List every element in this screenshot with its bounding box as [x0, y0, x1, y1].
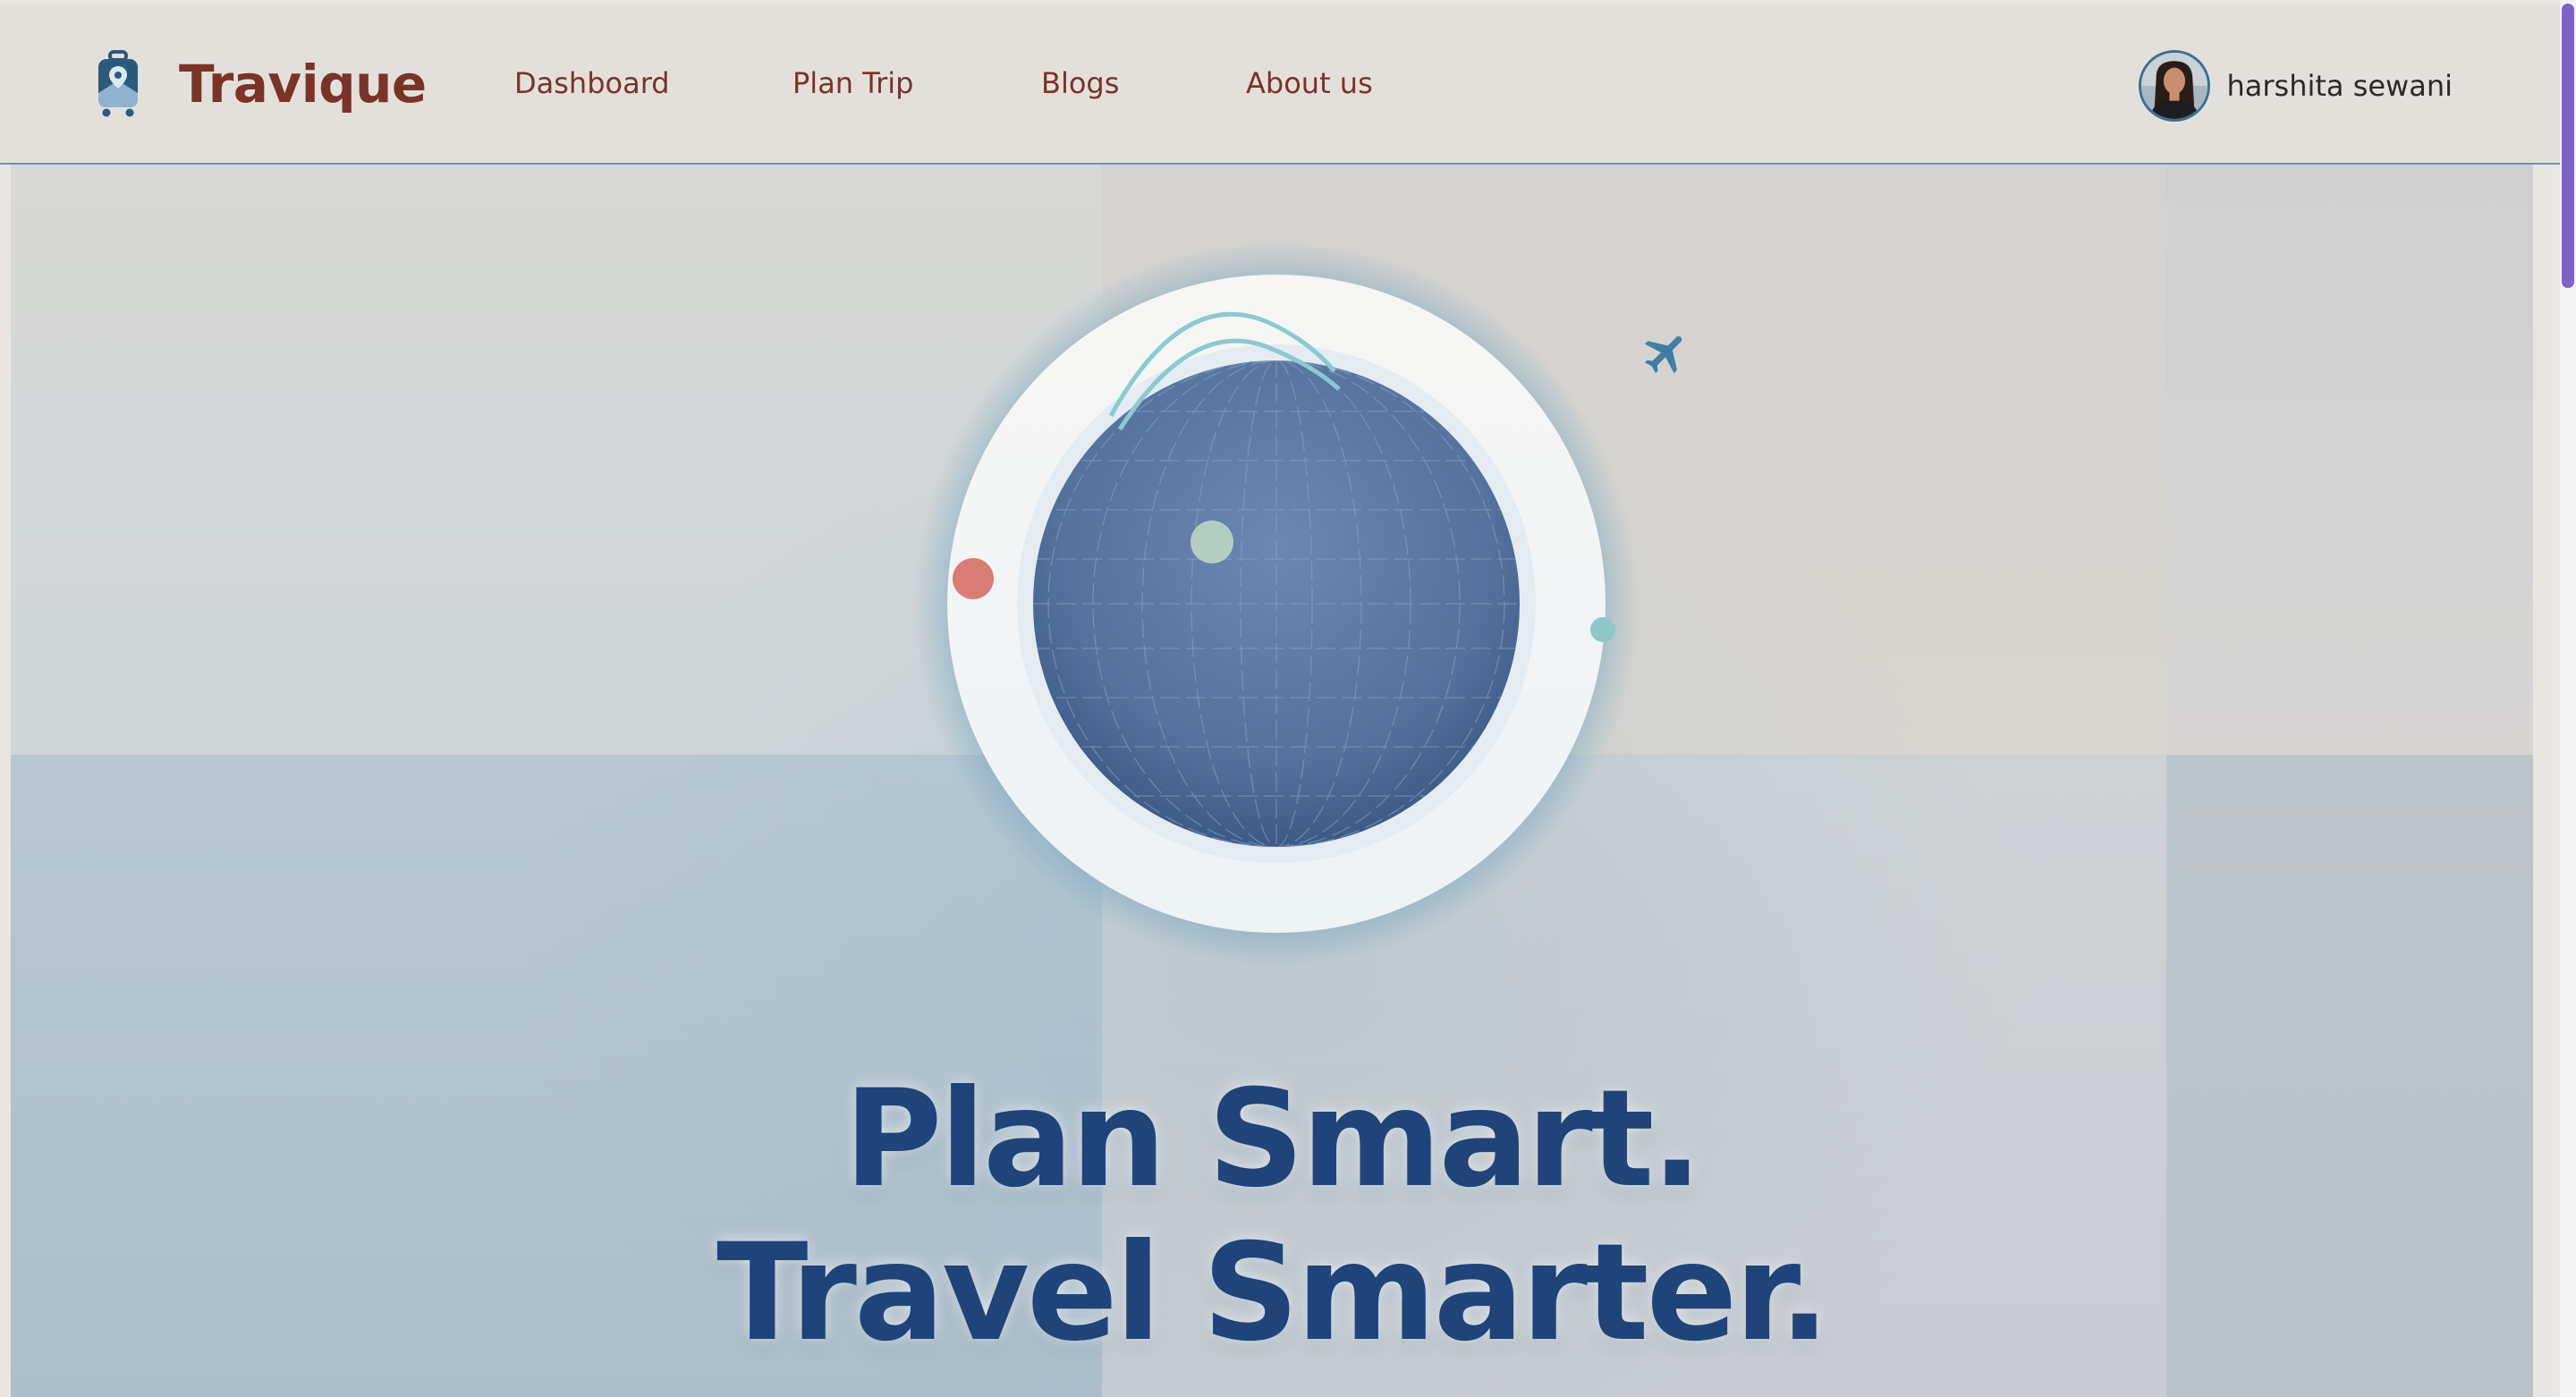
brand-name: Travique [179, 54, 427, 114]
user-menu[interactable]: harshita sewani [2139, 50, 2453, 122]
scrollbar-thumb[interactable] [2562, 4, 2574, 288]
red-dot [953, 558, 994, 599]
luggage-pin-icon [98, 50, 138, 117]
hero-section: Plan Smart. Travel Smarter. [11, 165, 2533, 1397]
hero-headline-line1: Plan Smart. [843, 1062, 1703, 1217]
mint-dot [1191, 521, 1233, 563]
teal-dot [1590, 617, 1615, 642]
user-avatar [2139, 50, 2211, 122]
nav-blogs[interactable]: Blogs [1041, 66, 1119, 100]
globe-illustration [914, 241, 1639, 966]
brand-logo[interactable]: Travique [93, 39, 427, 129]
user-name: harshita sewani [2226, 69, 2453, 103]
nav-about-us[interactable]: About us [1246, 66, 1373, 100]
page-scrollbar[interactable] [2560, 0, 2576, 1397]
page: Travique Dashboard Plan Trip Blogs About… [0, 0, 2576, 1397]
nav-plan-trip[interactable]: Plan Trip [792, 66, 913, 100]
nav-dashboard[interactable]: Dashboard [514, 66, 670, 100]
hero-headline-line2: Travel Smarter. [716, 1215, 1830, 1371]
navbar: Travique Dashboard Plan Trip Blogs About… [0, 4, 2560, 165]
